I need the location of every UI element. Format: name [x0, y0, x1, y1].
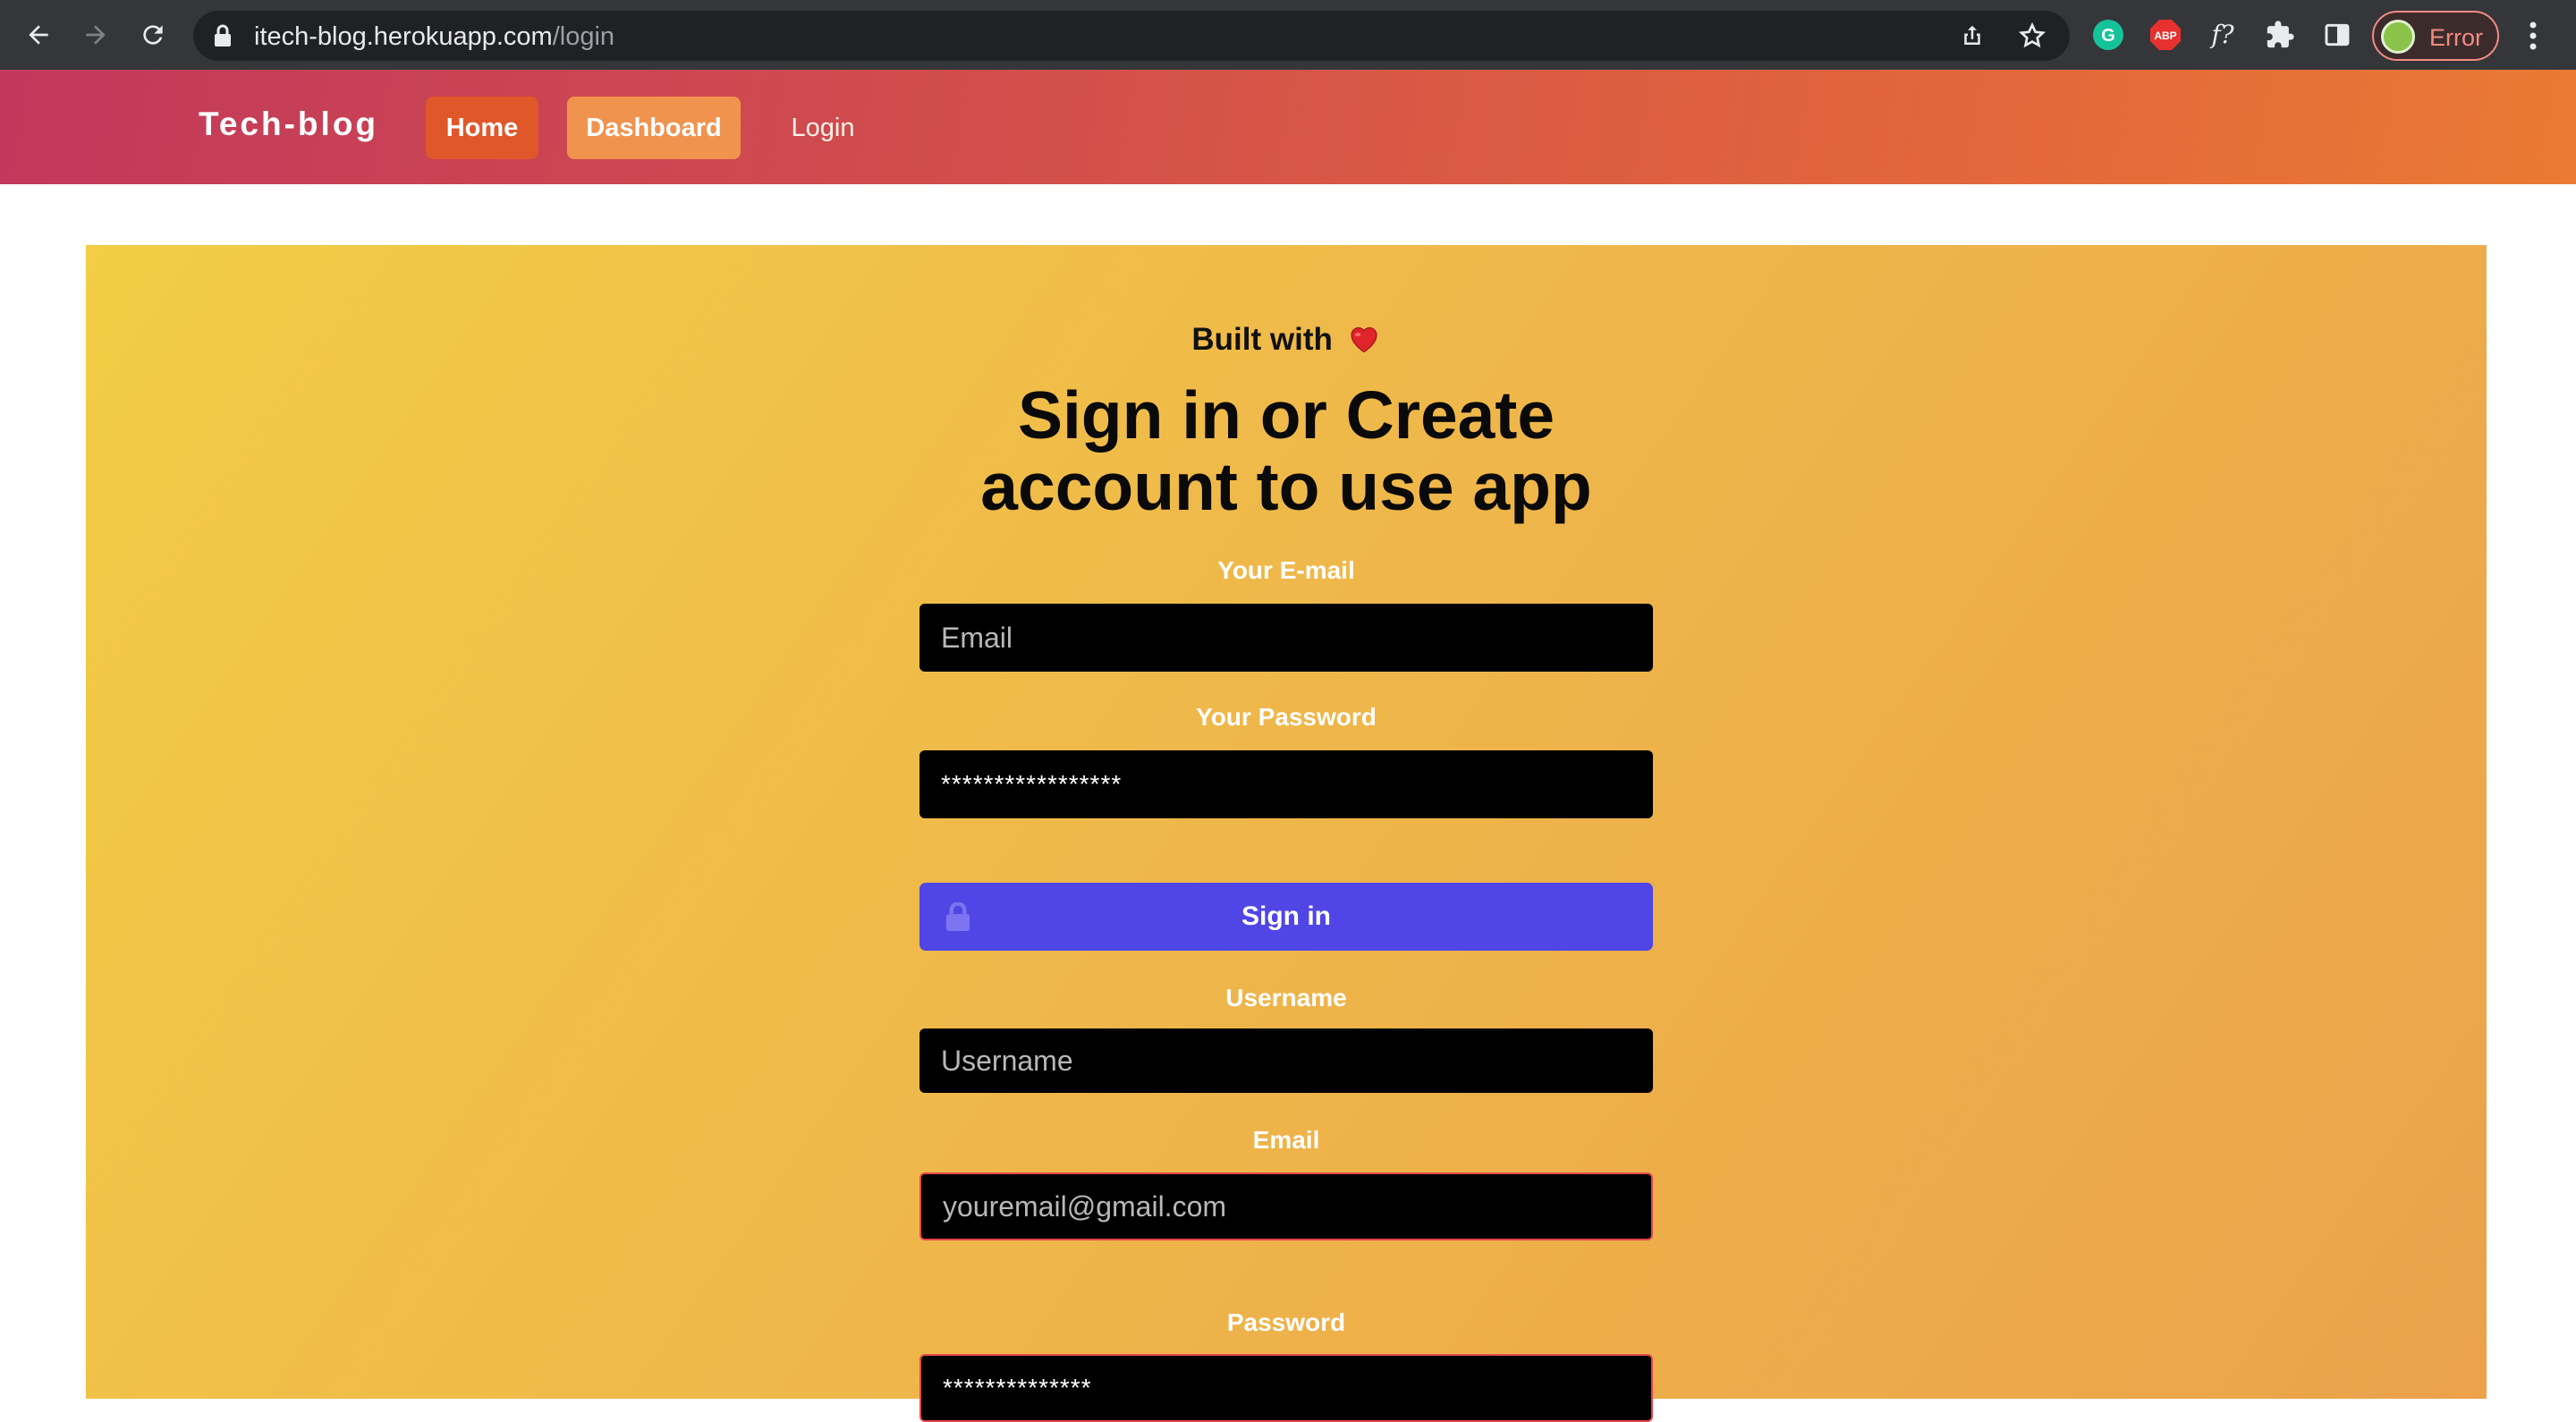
lock-icon: [213, 23, 233, 53]
browser-toolbar: itech-blog.herokuapp.com/login G ABP f? …: [0, 0, 2576, 70]
grammarly-extension-icon[interactable]: G: [2088, 14, 2129, 55]
site-brand[interactable]: Tech-blog: [199, 106, 378, 143]
extensions-puzzle-icon[interactable]: [2259, 14, 2301, 55]
signin-password-label: Your Password: [1196, 703, 1377, 731]
signin-email-input[interactable]: [919, 604, 1653, 672]
nav-dashboard-button[interactable]: Dashboard: [567, 97, 741, 159]
signup-password-input[interactable]: [919, 1354, 1653, 1422]
signin-password-input[interactable]: [919, 750, 1653, 818]
page-title-line2: account to use app: [980, 449, 1592, 524]
profile-status-text: Error: [2429, 24, 2483, 51]
nav-home-button[interactable]: Home: [426, 97, 538, 159]
formula-extension-icon[interactable]: f?: [2202, 14, 2243, 55]
address-bar[interactable]: itech-blog.herokuapp.com/login: [193, 11, 2070, 61]
share-icon[interactable]: [1959, 21, 1986, 55]
forward-arrow-icon[interactable]: [73, 13, 118, 57]
heart-icon: [1347, 323, 1381, 361]
bookmark-star-icon[interactable]: [2018, 21, 2046, 55]
profile-avatar-icon: [2381, 20, 2415, 54]
nav-login-link[interactable]: Login: [778, 97, 868, 159]
signup-email-input[interactable]: [919, 1172, 1653, 1240]
page-title-line1: Sign in or Create: [1017, 377, 1555, 453]
reload-icon[interactable]: [131, 13, 175, 57]
signin-email-label: Your E-mail: [1217, 556, 1355, 584]
side-panel-icon[interactable]: [2317, 14, 2358, 55]
chrome-menu-icon[interactable]: [2515, 16, 2551, 55]
svg-text:f?: f?: [2209, 20, 2234, 49]
signin-button-label: Sign in: [1241, 901, 1331, 931]
signin-button[interactable]: Sign in: [919, 883, 1653, 951]
signup-email-label: Email: [1252, 1126, 1320, 1154]
site-header: Tech-blog Home Dashboard Login: [0, 70, 2576, 184]
built-with-text: Built with: [86, 322, 2487, 361]
signup-username-input[interactable]: [919, 1028, 1653, 1093]
signup-password-label: Password: [1226, 1308, 1346, 1336]
page-title: Sign in or Create account to use app: [86, 379, 2487, 522]
login-panel: Built with Sign in or Create account to …: [86, 245, 2487, 1422]
back-arrow-icon[interactable]: [16, 13, 61, 57]
svg-text:ABP: ABP: [2154, 30, 2176, 42]
svg-text:G: G: [2101, 26, 2115, 46]
signup-username-label: Username: [1225, 984, 1347, 1011]
profile-error-button[interactable]: Error: [2372, 11, 2499, 61]
lock-icon: [945, 901, 971, 938]
adblock-plus-extension-icon[interactable]: ABP: [2145, 14, 2186, 55]
built-with-label: Built with: [1191, 322, 1333, 357]
url-text: itech-blog.herokuapp.com/login: [254, 22, 615, 51]
